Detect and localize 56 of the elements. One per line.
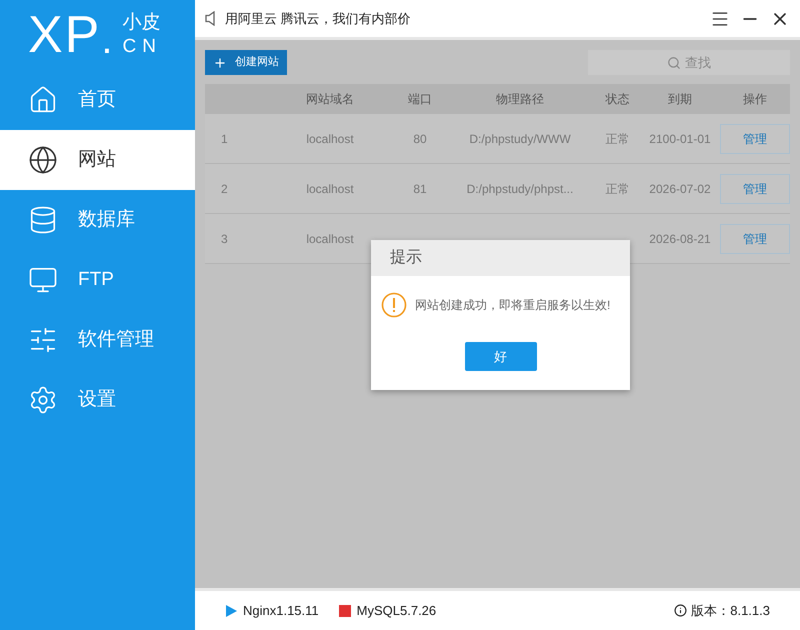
column-header: 端口 — [408, 92, 432, 106]
notice-text: 用阿里云 腾讯云，我们有内部价 — [225, 10, 411, 28]
monitor-icon — [28, 265, 58, 295]
table-cell: D:/phpstudy/phpst... — [466, 182, 574, 196]
table-cell: 2026-08-21 — [649, 232, 711, 246]
service-label: MySQL5.7.26 — [356, 602, 436, 620]
logo-text: 小皮 — [122, 11, 162, 35]
ok-button[interactable]: 好 — [464, 342, 536, 371]
manage-button[interactable]: 管理 — [720, 174, 790, 204]
table-cell: 1 — [221, 132, 228, 146]
stop-icon — [338, 604, 351, 616]
table-cell: D:/phpstudy/WWW — [469, 132, 571, 146]
table-cell: 80 — [413, 132, 427, 146]
logo-dot: . — [101, 20, 112, 60]
sidebar-item[interactable]: FTP — [0, 250, 195, 310]
search-field[interactable]: 查找 — [588, 50, 790, 75]
sidebar-item[interactable]: 软件管理 — [0, 310, 195, 370]
info-icon — [674, 604, 688, 617]
create-website-button[interactable]: 创建网站 — [205, 50, 287, 75]
column-header: 操作 — [743, 92, 767, 106]
gear-icon — [28, 385, 58, 415]
column-header: 状态 — [606, 92, 630, 106]
service-label: Nginx1.15.11 — [243, 602, 319, 620]
sidebar-item[interactable]: 网站 — [0, 130, 195, 190]
column-header: 到期 — [668, 92, 692, 106]
table-cell: localhost — [306, 182, 354, 196]
logo-mark: XP — [28, 9, 102, 61]
sidebar-item[interactable]: 数据库 — [0, 190, 195, 250]
table-cell: 3 — [221, 232, 228, 246]
sidebar-item[interactable]: 首页 — [0, 70, 195, 130]
manage-button[interactable]: 管理 — [720, 124, 790, 154]
speaker-icon — [205, 11, 217, 26]
warning-icon — [381, 292, 407, 318]
sidebar-item[interactable]: 设置 — [0, 370, 195, 430]
table-cell: 正常 — [606, 132, 630, 146]
globe-icon — [28, 145, 58, 175]
database-icon — [28, 205, 58, 235]
table-cell: localhost — [306, 132, 354, 146]
search-icon — [667, 56, 681, 70]
dialog-title: 提示 — [390, 248, 422, 268]
table-cell: 2100-01-01 — [649, 132, 711, 146]
table-cell: 2026-07-02 — [649, 182, 711, 196]
home-icon — [28, 85, 58, 115]
table-cell: 81 — [413, 182, 427, 196]
table-cell: 2 — [221, 182, 228, 196]
table-cell: 正常 — [606, 182, 630, 196]
play-icon — [225, 604, 237, 616]
version-text: 版本：8.1.1.3 — [691, 602, 770, 620]
table-cell: localhost — [306, 232, 354, 246]
column-header: 物理路径 — [496, 92, 544, 106]
sliders-icon — [28, 325, 58, 355]
plus-icon — [213, 56, 227, 70]
manage-button[interactable]: 管理 — [720, 224, 790, 254]
logo-text: CN — [122, 35, 162, 59]
dialog-message: 网站创建成功，即将重启服务以生效! — [415, 297, 610, 314]
column-header: 网站域名 — [306, 92, 354, 106]
